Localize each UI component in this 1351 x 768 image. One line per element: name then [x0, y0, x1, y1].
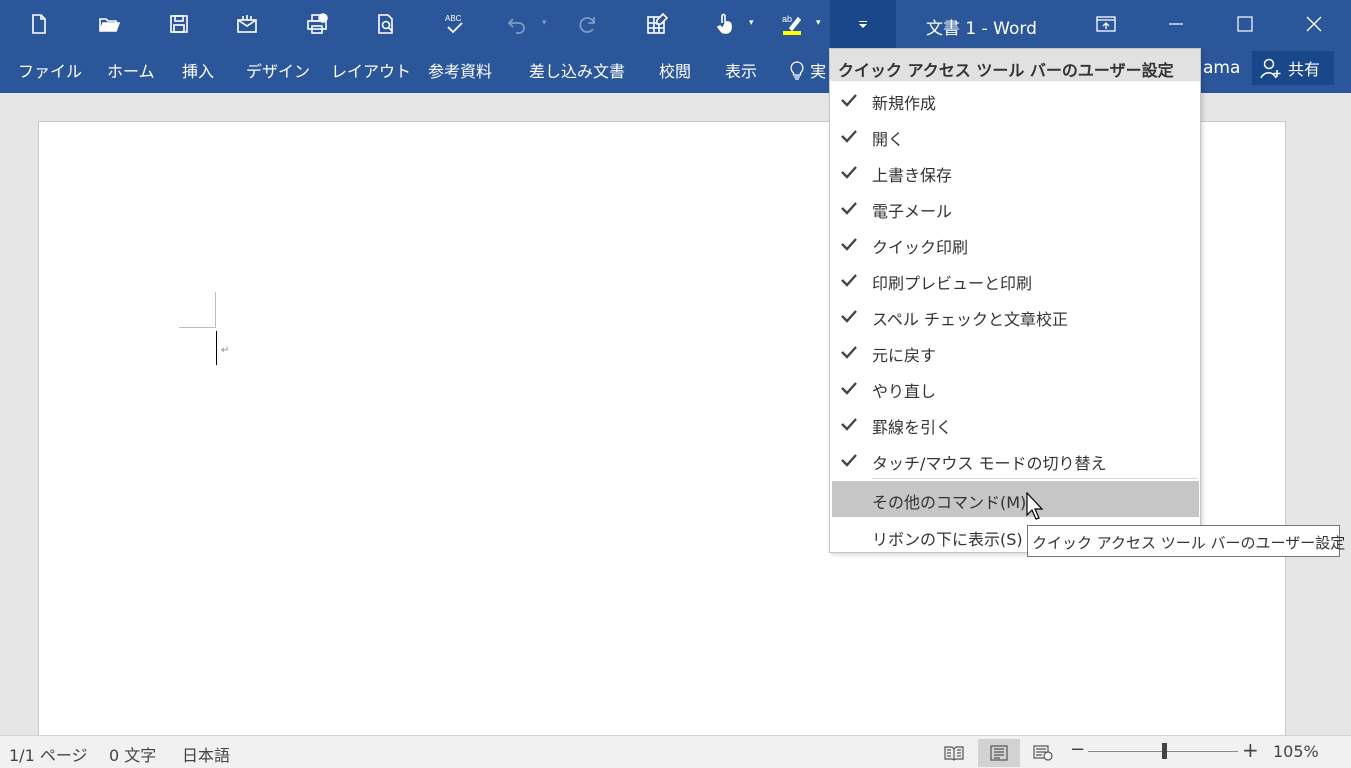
menu-item-label: 印刷プレビューと印刷 [872, 274, 1033, 293]
menu-item-quick-print[interactable]: クイック印刷 [830, 226, 1200, 262]
menu-item-label: タッチ/マウス モードの切り替え [872, 454, 1107, 473]
checkmark-icon [841, 418, 857, 431]
tab-file[interactable]: ファイル [18, 58, 82, 82]
language-indicator[interactable]: 日本語 [182, 742, 230, 766]
draw-table-icon[interactable] [640, 6, 674, 42]
menu-item-save[interactable]: 上書き保存 [830, 154, 1200, 190]
menu-item-redo[interactable]: やり直し [830, 370, 1200, 406]
margin-corner-mark [215, 292, 216, 328]
tell-me-box[interactable]: 実 [789, 58, 826, 82]
tooltip: クイック アクセス ツール バーのユーザー設定 [1027, 525, 1345, 557]
tab-references[interactable]: 参考資料 [428, 58, 492, 82]
new-document-icon[interactable] [22, 6, 56, 42]
print-preview-icon[interactable] [369, 6, 403, 42]
more-commands-item[interactable]: その他のコマンド(M)... [832, 481, 1199, 517]
checkmark-icon [841, 238, 857, 251]
menu-item-label: クイック印刷 [872, 238, 969, 257]
checkmark-icon [841, 382, 857, 395]
svg-text:ABC: ABC [445, 14, 462, 23]
spell-check-icon[interactable]: ABC [438, 6, 472, 42]
word-count[interactable]: 0 文字 [109, 742, 156, 766]
margin-corner-mark-horizontal [179, 327, 216, 328]
tab-home[interactable]: ホーム [107, 58, 155, 82]
tab-design[interactable]: デザイン [246, 58, 310, 82]
tab-view[interactable]: 表示 [725, 58, 757, 82]
text-cursor [216, 331, 217, 365]
customize-qat-button[interactable] [830, 0, 896, 48]
menu-item-label: 電子メール [872, 202, 953, 221]
zoom-slider-thumb[interactable] [1162, 743, 1167, 759]
menu-item-spell-check[interactable]: スペル チェックと文章校正 [830, 298, 1200, 334]
highlight-dropdown-icon[interactable]: ▾ [816, 18, 826, 28]
menu-header: クイック アクセス ツール バーのユーザー設定 [830, 49, 1200, 81]
menu-item-label: 元に戻す [872, 346, 937, 365]
tab-mailings[interactable]: 差し込み文書 [529, 58, 625, 82]
menu-item-label: 罫線を引く [872, 418, 953, 437]
svg-text:ab: ab [782, 14, 792, 24]
menu-item-label: スペル チェックと文章校正 [872, 310, 1068, 329]
mouse-pointer-icon [1026, 492, 1044, 520]
zoom-out-button[interactable]: − [1070, 739, 1085, 760]
minimize-icon[interactable] [1142, 0, 1210, 48]
menu-item-undo[interactable]: 元に戻す [830, 334, 1200, 370]
zoom-level[interactable]: 105% [1273, 742, 1319, 761]
checkmark-icon [841, 346, 857, 359]
menu-item-email[interactable]: 電子メール [830, 190, 1200, 226]
title-bar: ABC ▾ ▾ ab ▾ 文書 1 - Word [0, 0, 1351, 48]
checkmark-icon [841, 94, 857, 107]
qat-customize-menu: クイック アクセス ツール バーのユーザー設定 新規作成開く上書き保存電子メール… [829, 48, 1201, 553]
menu-separator [872, 478, 1198, 479]
zoom-in-button[interactable]: + [1242, 738, 1259, 762]
menu-item-label: 開く [872, 130, 905, 149]
menu-item-draw-table[interactable]: 罫線を引く [830, 406, 1200, 442]
highlight-icon[interactable]: ab [775, 6, 809, 42]
checkmark-icon [841, 310, 857, 323]
menu-item-open[interactable]: 開く [830, 118, 1200, 154]
undo-icon[interactable] [500, 6, 534, 42]
undo-dropdown-icon[interactable]: ▾ [542, 18, 552, 28]
menu-item-new[interactable]: 新規作成 [830, 82, 1200, 118]
checkmark-icon [841, 130, 857, 143]
person-add-icon [1260, 58, 1281, 79]
checkmark-icon [841, 454, 857, 467]
more-commands-label: その他のコマンド(M)... [872, 493, 1042, 512]
redo-icon[interactable] [572, 6, 606, 42]
tab-review[interactable]: 校閲 [659, 58, 691, 82]
ribbon-display-options-icon[interactable] [1072, 0, 1140, 48]
share-label: 共有 [1288, 60, 1321, 79]
tab-layout[interactable]: レイアウト [331, 58, 411, 82]
page-count[interactable]: 1/1 ページ [9, 742, 88, 766]
paragraph-mark: ↵ [221, 345, 230, 356]
menu-item-print-preview[interactable]: 印刷プレビューと印刷 [830, 262, 1200, 298]
close-icon[interactable] [1280, 0, 1348, 48]
menu-item-label: 上書き保存 [872, 166, 953, 185]
quick-print-icon[interactable] [300, 6, 334, 42]
maximize-icon[interactable] [1211, 0, 1279, 48]
checkmark-icon [841, 202, 857, 215]
share-button[interactable]: 共有 [1252, 51, 1334, 85]
menu-item-touch-mode[interactable]: タッチ/マウス モードの切り替え [830, 442, 1200, 478]
customize-qat-icon [859, 21, 867, 28]
window-title: 文書 1 - Word [926, 19, 1037, 39]
checkmark-icon [841, 166, 857, 179]
tab-insert[interactable]: 挿入 [182, 58, 214, 82]
show-below-ribbon-label: リボンの下に表示(S) [872, 530, 1023, 549]
tell-me-label: 実 [810, 62, 827, 81]
print-layout-icon[interactable] [978, 739, 1020, 767]
checkmark-icon [841, 274, 857, 287]
menu-item-label: やり直し [872, 382, 937, 401]
web-layout-icon[interactable] [1026, 739, 1060, 767]
user-name[interactable]: ama [1203, 58, 1240, 78]
read-mode-icon[interactable] [937, 739, 971, 767]
status-bar: 1/1 ページ 0 文字 日本語 − + 105% [0, 735, 1351, 768]
email-icon[interactable] [230, 6, 264, 42]
lightbulb-icon [790, 61, 804, 80]
menu-item-label: 新規作成 [872, 94, 937, 113]
touch-mode-icon[interactable] [708, 6, 742, 42]
open-folder-icon[interactable] [92, 6, 126, 42]
save-icon[interactable] [162, 6, 196, 42]
touch-dropdown-icon[interactable]: ▾ [749, 18, 759, 28]
